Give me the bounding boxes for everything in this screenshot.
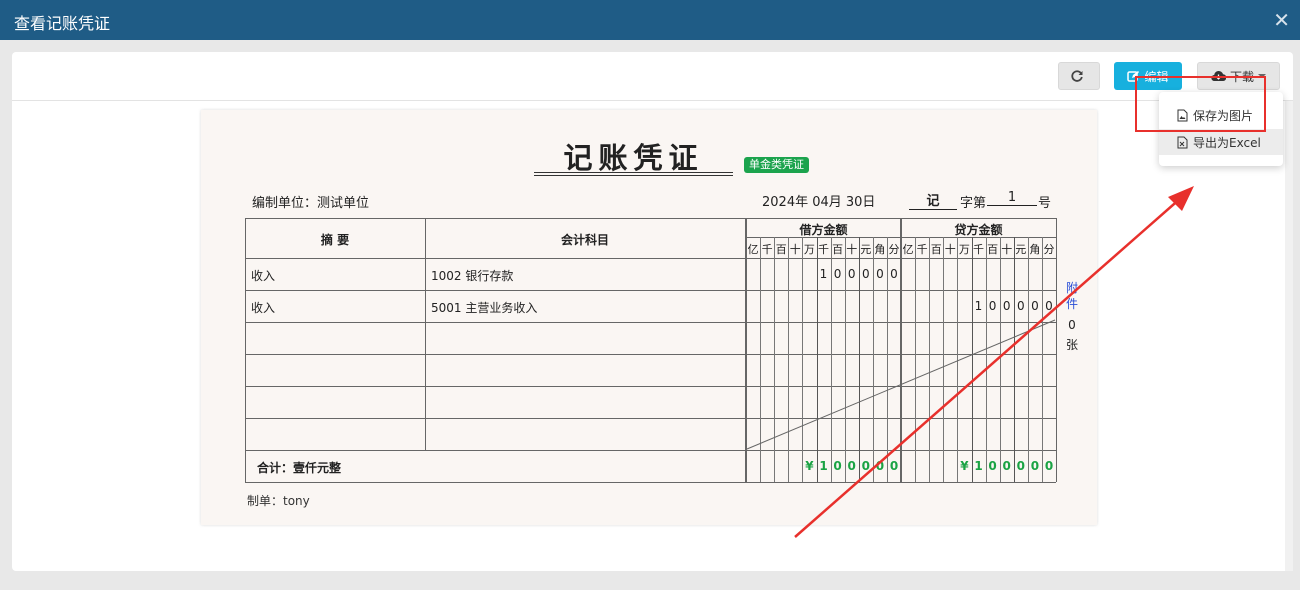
annotation-arrow xyxy=(794,186,1194,538)
voucher-dialog: 查看记账凭证 ✕ 编辑 下载 记账凭证 单金类凭证 编制单位：测试单位 2024… xyxy=(0,0,1300,590)
